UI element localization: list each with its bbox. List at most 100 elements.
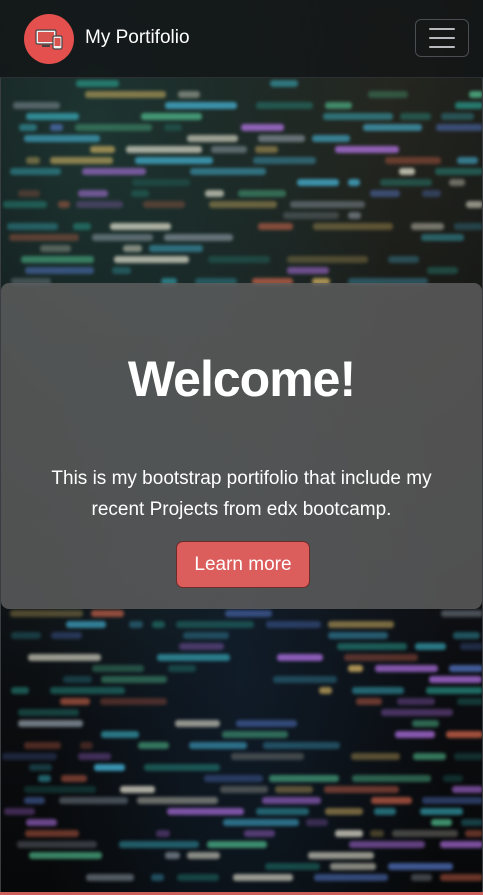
code-stroke (422, 797, 483, 804)
code-stroke (319, 687, 332, 694)
code-stroke (344, 654, 419, 661)
code-stroke (72, 223, 92, 230)
code-stroke (457, 157, 479, 164)
learn-more-button[interactable]: Learn more (176, 541, 310, 588)
code-stroke (452, 632, 481, 639)
code-stroke (425, 687, 483, 694)
code-stroke (460, 643, 483, 650)
code-stroke (204, 190, 224, 197)
code-stroke (110, 223, 171, 230)
code-stroke (49, 157, 113, 164)
code-stroke (25, 830, 79, 837)
code-stroke (371, 797, 413, 804)
code-stroke (420, 234, 464, 241)
code-stroke (243, 830, 275, 837)
code-stroke (188, 742, 247, 749)
page-border-left (0, 78, 1, 895)
code-stroke (210, 146, 247, 153)
code-stroke (17, 841, 97, 848)
code-stroke (440, 610, 483, 617)
code-stroke (394, 731, 436, 738)
hamburger-bar (429, 46, 455, 48)
code-stroke (92, 665, 145, 672)
code-stroke (253, 157, 316, 164)
code-stroke (101, 731, 139, 738)
code-stroke (443, 775, 464, 782)
code-stroke (427, 267, 458, 274)
hamburger-bar (429, 37, 455, 39)
page: My Portifolio Welcome! This is my bootst… (0, 0, 483, 895)
code-stroke (208, 256, 270, 263)
code-stroke (74, 124, 152, 131)
code-stroke (468, 91, 483, 98)
code-stroke (421, 190, 442, 197)
code-stroke (151, 621, 165, 628)
code-stroke (235, 720, 297, 727)
code-stroke (76, 80, 120, 87)
code-stroke (57, 201, 70, 208)
code-stroke (264, 863, 321, 870)
code-stroke (21, 256, 95, 263)
code-stroke (397, 698, 435, 705)
code-stroke (18, 124, 37, 131)
code-stroke (440, 841, 483, 848)
code-stroke (265, 621, 322, 628)
code-stroke (203, 775, 263, 782)
code-stroke (385, 157, 441, 164)
code-stroke (329, 863, 376, 870)
code-stroke (256, 102, 313, 109)
code-stroke (164, 102, 237, 109)
code-stroke (255, 808, 310, 815)
code-stroke (134, 157, 214, 164)
code-stroke (454, 102, 483, 109)
hamburger-menu-icon (429, 28, 455, 30)
code-stroke (77, 190, 108, 197)
code-stroke (391, 830, 458, 837)
code-stroke (314, 874, 389, 881)
code-stroke (435, 168, 483, 175)
code-stroke (411, 874, 432, 881)
code-stroke (465, 201, 483, 208)
code-stroke (351, 753, 400, 760)
navbar-toggler-button[interactable] (415, 19, 469, 57)
code-stroke (89, 146, 115, 153)
code-stroke (286, 267, 330, 274)
code-stroke (136, 797, 218, 804)
code-stroke (448, 665, 483, 672)
code-stroke (363, 124, 422, 131)
code-stroke (465, 830, 483, 837)
code-stroke (24, 797, 46, 804)
brand-logo[interactable] (24, 14, 74, 64)
code-stroke (177, 91, 201, 98)
code-stroke (113, 256, 190, 263)
code-stroke (269, 775, 340, 782)
code-stroke (435, 124, 483, 131)
code-stroke (238, 190, 287, 197)
code-stroke (76, 201, 124, 208)
code-stroke (379, 179, 432, 186)
code-stroke (129, 621, 144, 628)
code-stroke (328, 632, 388, 639)
code-stroke (119, 786, 155, 793)
code-stroke (156, 830, 171, 837)
code-stroke (258, 223, 294, 230)
code-stroke (140, 113, 203, 120)
code-stroke (454, 223, 483, 230)
code-stroke (274, 786, 313, 793)
code-stroke (439, 874, 483, 881)
code-stroke (3, 808, 36, 815)
code-stroke (166, 808, 245, 815)
code-stroke (143, 201, 186, 208)
code-stroke (131, 179, 191, 186)
code-stroke (241, 124, 285, 131)
code-stroke (178, 643, 225, 650)
code-stroke (208, 201, 277, 208)
code-stroke (375, 665, 438, 672)
code-stroke (257, 135, 305, 142)
code-stroke (269, 80, 299, 87)
code-stroke (39, 245, 72, 252)
code-stroke (347, 212, 361, 219)
code-stroke (175, 720, 220, 727)
brand-name[interactable]: My Portifolio (85, 27, 190, 49)
code-stroke (29, 852, 103, 859)
